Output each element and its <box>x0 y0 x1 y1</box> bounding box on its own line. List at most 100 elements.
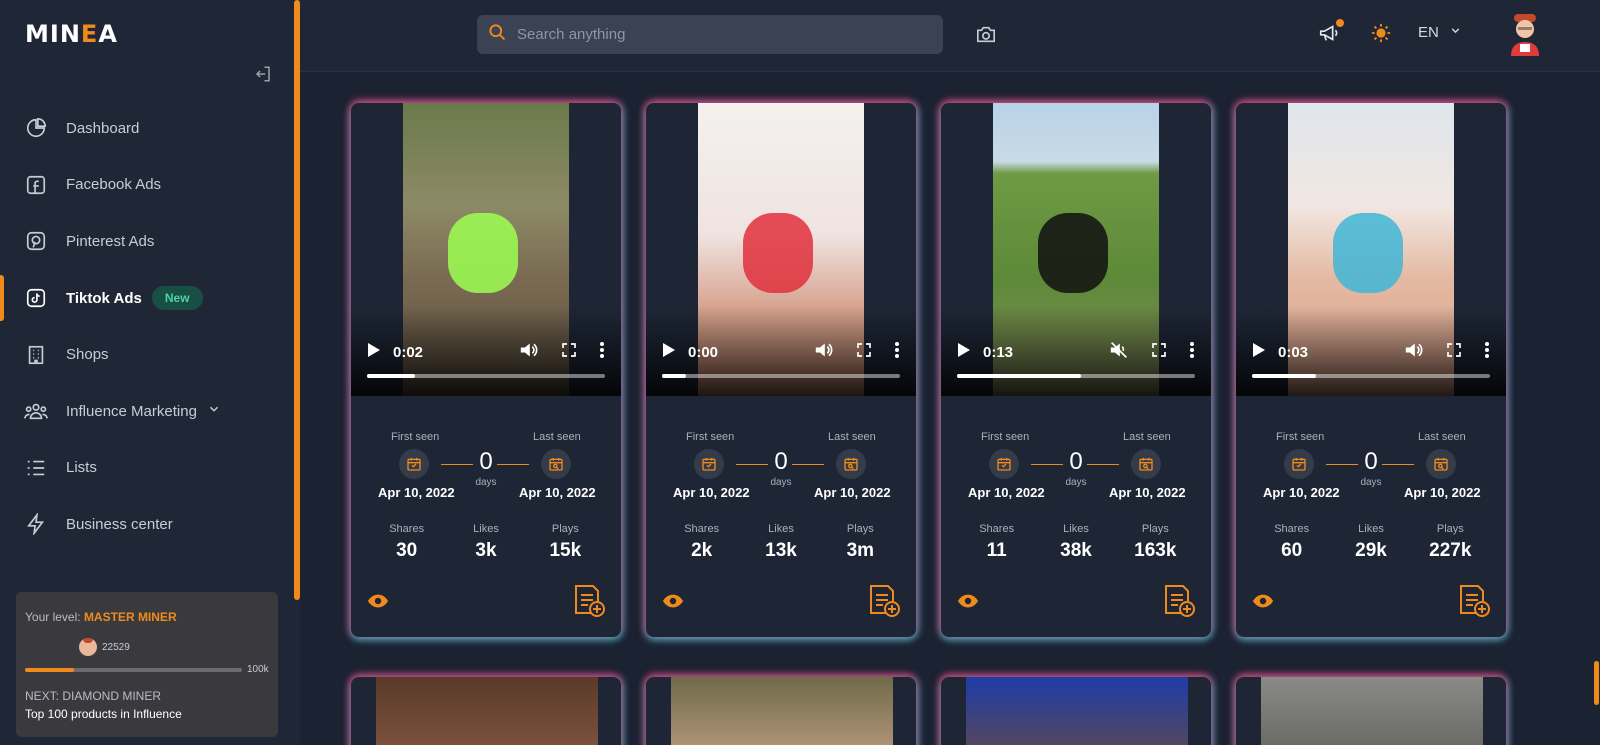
sidebar-item-influence-marketing[interactable]: Influence Marketing <box>0 383 294 440</box>
days-label: days <box>770 477 792 488</box>
lightning-icon <box>24 512 48 536</box>
video-seek-bar[interactable] <box>367 374 605 378</box>
next-level-desc: Top 100 products in Influence <box>25 707 182 721</box>
timeline-line <box>441 464 473 465</box>
likes-label: Likes <box>1358 523 1384 535</box>
video-thumbnail <box>966 677 1188 745</box>
level-card: Your level: MASTER MINER 22529 100k NEXT… <box>16 592 278 737</box>
minea-logo[interactable]: MINEA <box>25 20 118 48</box>
ad-card[interactable] <box>941 677 1211 745</box>
avatar <box>79 638 97 656</box>
fullscreen-icon[interactable] <box>1446 342 1462 362</box>
tiktok-icon <box>24 286 48 310</box>
sidebar-item-shops[interactable]: Shops <box>0 326 294 383</box>
ad-card[interactable] <box>1236 677 1506 745</box>
sidebar-item-label: Lists <box>66 459 97 477</box>
play-icon[interactable] <box>957 342 971 362</box>
language-selector[interactable]: EN <box>1418 24 1462 41</box>
sun-icon[interactable] <box>1370 22 1392 49</box>
ad-card[interactable]: 0:03 First seen Last seen 0 days Apr 10,… <box>1236 103 1506 637</box>
days-label: days <box>1360 477 1382 488</box>
ad-card[interactable]: 0:13 First seen Last seen 0 days Apr 10,… <box>941 103 1211 637</box>
plays-value: 227k <box>1429 540 1472 561</box>
last-seen-date: Apr 10, 2022 <box>519 485 596 500</box>
sidebar-item-business-center[interactable]: Business center <box>0 496 294 553</box>
days-count: 0 <box>774 448 788 475</box>
volume-icon[interactable] <box>1404 341 1424 363</box>
more-options-icon[interactable] <box>894 341 900 363</box>
play-icon[interactable] <box>367 342 381 362</box>
ad-card[interactable] <box>351 677 621 745</box>
seen-dates: First seen Last seen 0 days Apr 10, 2022… <box>351 396 621 516</box>
topbar: EN <box>300 0 1600 72</box>
play-icon[interactable] <box>1252 342 1266 362</box>
days-count: 0 <box>1069 448 1083 475</box>
chevron-down-icon[interactable] <box>207 402 221 420</box>
sidebar-item-pinterest-ads[interactable]: Pinterest Ads <box>0 213 294 270</box>
timeline-line <box>736 464 768 465</box>
add-to-list-icon[interactable] <box>1161 583 1197 624</box>
view-details-icon[interactable] <box>1252 593 1274 614</box>
calendar-search-icon <box>1426 449 1456 479</box>
video-seek-bar[interactable] <box>1252 374 1490 378</box>
ad-stats: Shares 11 Likes 38k Plays 163k <box>941 516 1211 576</box>
search-bar[interactable] <box>477 15 943 54</box>
sidebar-item-facebook-ads[interactable]: Facebook Ads <box>0 157 294 214</box>
last-seen-label: Last seen <box>1123 431 1171 443</box>
more-options-icon[interactable] <box>1189 341 1195 363</box>
next-level-label: NEXT: DIAMOND MINER <box>25 689 162 703</box>
fullscreen-icon[interactable] <box>561 342 577 362</box>
search-input[interactable] <box>517 26 937 43</box>
sidebar-item-tiktok-ads[interactable]: Tiktok Ads New <box>0 270 294 327</box>
shares-stat: Shares 30 <box>372 516 442 576</box>
page-scrollbar[interactable] <box>1594 661 1599 705</box>
more-options-icon[interactable] <box>1484 341 1490 363</box>
sidebar-item-dashboard[interactable]: Dashboard <box>0 100 294 157</box>
sidebar-item-label: Facebook Ads <box>66 176 162 194</box>
user-avatar[interactable] <box>1508 14 1542 56</box>
chevron-down-icon <box>1449 24 1462 41</box>
days-count: 0 <box>1364 448 1378 475</box>
shares-value: 2k <box>691 540 713 561</box>
camera-icon[interactable] <box>975 24 997 49</box>
likes-stat: Likes 29k <box>1336 516 1406 576</box>
play-icon[interactable] <box>662 342 676 362</box>
volume-muted-icon[interactable] <box>1109 341 1129 363</box>
sidebar-item-lists[interactable]: Lists <box>0 440 294 497</box>
volume-icon[interactable] <box>519 341 539 363</box>
plays-stat: Plays 3m <box>825 516 895 576</box>
progress-track <box>25 667 242 672</box>
new-badge: New <box>151 286 203 311</box>
video-player[interactable]: 0:13 <box>941 103 1211 396</box>
video-player[interactable]: 0:02 <box>351 103 621 396</box>
video-seek-bar[interactable] <box>957 374 1195 378</box>
seen-dates: First seen Last seen 0 days Apr 10, 2022… <box>1236 396 1506 516</box>
collapse-sidebar-icon[interactable] <box>252 63 274 85</box>
ad-card[interactable]: 0:02 First seen Last seen 0 days Apr 10,… <box>351 103 621 637</box>
view-details-icon[interactable] <box>957 593 979 614</box>
add-to-list-icon[interactable] <box>571 583 607 624</box>
ad-card[interactable] <box>646 677 916 745</box>
first-seen-label: First seen <box>1276 431 1325 443</box>
first-seen-date: Apr 10, 2022 <box>968 485 1045 500</box>
ad-card[interactable]: 0:00 First seen Last seen 0 days Apr 10,… <box>646 103 916 637</box>
add-to-list-icon[interactable] <box>1456 583 1492 624</box>
video-controls: 0:02 <box>351 306 621 396</box>
megaphone-icon[interactable] <box>1318 19 1344 49</box>
last-seen-label: Last seen <box>533 431 581 443</box>
level-title: Your level: MASTER MINER <box>25 610 177 624</box>
view-details-icon[interactable] <box>367 593 389 614</box>
notification-dot <box>1336 19 1344 27</box>
volume-icon[interactable] <box>814 341 834 363</box>
video-player[interactable]: 0:03 <box>1236 103 1506 396</box>
fullscreen-icon[interactable] <box>1151 342 1167 362</box>
add-to-list-icon[interactable] <box>866 583 902 624</box>
timeline-line <box>1031 464 1063 465</box>
view-details-icon[interactable] <box>662 593 684 614</box>
sidebar-item-label: Business center <box>66 515 173 533</box>
more-options-icon[interactable] <box>599 341 605 363</box>
fullscreen-icon[interactable] <box>856 342 872 362</box>
video-player[interactable]: 0:00 <box>646 103 916 396</box>
video-seek-bar[interactable] <box>662 374 900 378</box>
likes-label: Likes <box>768 523 794 535</box>
